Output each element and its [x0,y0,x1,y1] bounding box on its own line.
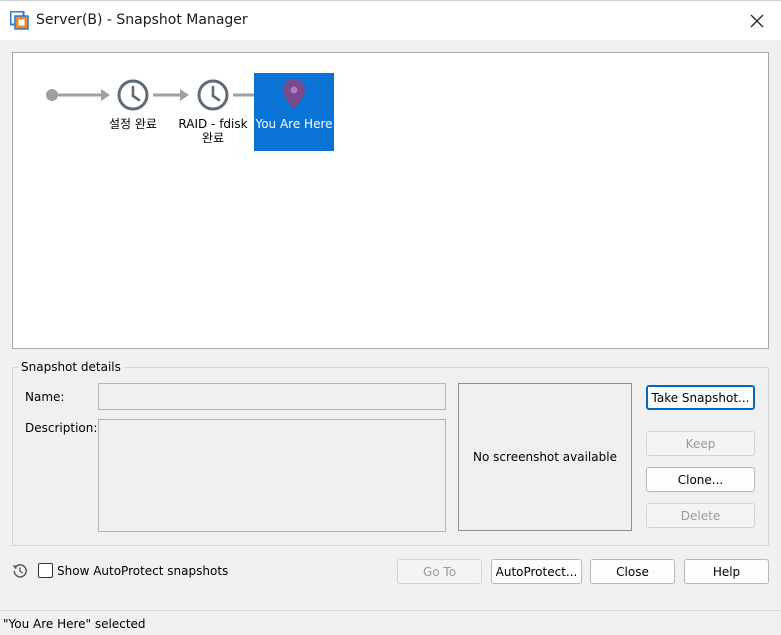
you-are-here-node[interactable]: You Are Here [254,73,334,151]
clock-icon[interactable] [116,78,150,112]
snapshot-label[interactable]: RAID - fdisk 완료 [173,117,253,145]
description-field[interactable] [98,419,446,532]
close-icon[interactable] [745,9,769,33]
root-node-dot [46,89,58,101]
take-snapshot-button[interactable]: Take Snapshot... [646,385,755,410]
go-to-button[interactable]: Go To [397,559,482,584]
name-field[interactable] [98,383,446,410]
close-button[interactable]: Close [590,559,675,584]
arrow-connector [153,89,189,101]
you-are-here-label: You Are Here [255,117,333,131]
description-label: Description: [25,421,98,435]
screenshot-placeholder-text: No screenshot available [473,450,617,464]
keep-button[interactable]: Keep [646,431,755,456]
arrow-head-icon [101,89,110,101]
history-icon [12,564,27,578]
autoprotect-button[interactable]: AutoProtect... [491,559,582,584]
clock-icon[interactable] [196,78,230,112]
show-autoprotect-label[interactable]: Show AutoProtect snapshots [57,564,228,578]
status-bar: "You Are Here" selected [0,610,781,635]
snapshot-tree[interactable]: 설정 완료 RAID - fdisk 완료 You Are Here [12,52,769,349]
snapshot-details-legend: Snapshot details [18,360,124,374]
help-button[interactable]: Help [684,559,769,584]
screenshot-preview: No screenshot available [458,383,632,531]
title-bar: Server(B) - Snapshot Manager [0,0,781,40]
window-title: Server(B) - Snapshot Manager [36,12,248,28]
clone-button[interactable]: Clone... [646,467,755,492]
status-text: "You Are Here" selected [3,617,146,631]
vmware-workstation-icon [10,11,29,30]
snapshot-label[interactable]: 설정 완료 [98,117,168,131]
delete-button[interactable]: Delete [646,503,755,528]
show-autoprotect-checkbox[interactable] [38,563,53,578]
location-pin-icon [283,79,305,109]
name-label: Name: [25,390,65,404]
